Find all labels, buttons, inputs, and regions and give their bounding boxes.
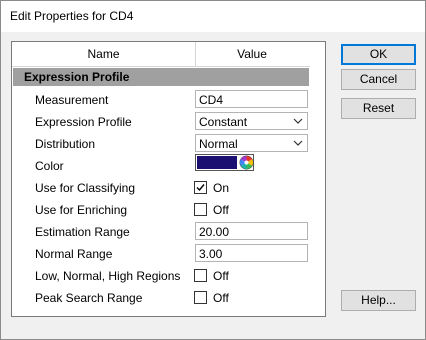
label-estimation-range: Estimation Range	[35, 225, 130, 239]
label-distribution: Distribution	[35, 137, 96, 151]
label-use-for-enriching: Use for Enriching	[35, 203, 128, 217]
use-for-classifying-checkbox[interactable]	[194, 181, 207, 194]
column-header-value[interactable]: Value	[196, 42, 308, 66]
header-divider	[12, 66, 325, 67]
section-title: Expression Profile	[24, 70, 130, 84]
measurement-value: CD4	[199, 93, 224, 107]
property-grid: Name Value Expression Profile Measuremen…	[11, 41, 326, 317]
measurement-input[interactable]: CD4	[195, 90, 308, 108]
label-expression-profile: Expression Profile	[35, 115, 132, 129]
label-low-normal-high-regions: Low, Normal, High Regions	[35, 269, 181, 283]
use-for-classifying-state: On	[213, 181, 230, 195]
title-bar[interactable]: Edit Properties for CD4	[1, 1, 425, 32]
section-header-expression-profile: Expression Profile	[13, 68, 309, 86]
scroll-gutter	[310, 42, 325, 316]
low-normal-high-regions-state: Off	[213, 269, 229, 283]
checkmark-icon	[196, 184, 205, 192]
distribution-select[interactable]: Normal	[195, 134, 308, 152]
label-color: Color	[35, 159, 64, 173]
chevron-down-icon	[293, 118, 303, 124]
chevron-down-icon	[293, 140, 303, 146]
distribution-value: Normal	[199, 137, 238, 151]
color-swatch	[197, 156, 237, 169]
peak-search-range-checkbox[interactable]	[194, 291, 207, 304]
expression-profile-value: Constant	[199, 115, 248, 129]
help-button[interactable]: Help...	[341, 290, 416, 311]
use-for-enriching-state: Off	[213, 203, 229, 217]
label-use-for-classifying: Use for Classifying	[35, 181, 136, 195]
estimation-range-value: 20.00	[199, 225, 230, 239]
cancel-button[interactable]: Cancel	[341, 69, 416, 90]
reset-button[interactable]: Reset	[341, 98, 416, 119]
normal-range-value: 3.00	[199, 247, 223, 261]
ok-button[interactable]: OK	[341, 44, 416, 65]
normal-range-input[interactable]: 3.00	[195, 244, 308, 262]
edit-properties-dialog: Edit Properties for CD4 Name Value Expre…	[0, 0, 426, 340]
expression-profile-select[interactable]: Constant	[195, 112, 308, 130]
color-picker[interactable]	[195, 154, 254, 171]
label-normal-range: Normal Range	[35, 247, 113, 261]
window-title: Edit Properties for CD4	[10, 9, 134, 23]
estimation-range-input[interactable]: 20.00	[195, 222, 308, 240]
peak-search-range-state: Off	[213, 291, 229, 305]
color-wheel-icon[interactable]	[239, 155, 254, 170]
column-header-name[interactable]: Name	[12, 42, 196, 66]
use-for-enriching-checkbox[interactable]	[194, 203, 207, 216]
label-peak-search-range: Peak Search Range	[35, 291, 143, 305]
low-normal-high-regions-checkbox[interactable]	[194, 269, 207, 282]
label-measurement: Measurement	[35, 93, 109, 107]
